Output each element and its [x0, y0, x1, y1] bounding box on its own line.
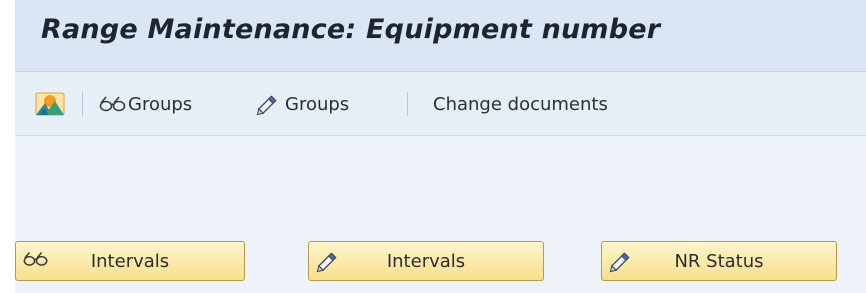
- change-groups-label: Groups: [285, 93, 350, 115]
- page-title: Range Maintenance: Equipment number: [41, 14, 661, 45]
- display-groups-label: Groups: [128, 93, 193, 115]
- pencil-icon: [255, 92, 281, 116]
- title-bar: Range Maintenance: Equipment number: [15, 0, 866, 72]
- change-intervals-label: Intervals: [386, 251, 466, 272]
- nr-status-label: NR Status: [674, 251, 764, 272]
- landscape-icon: [35, 91, 65, 117]
- glasses-icon: [98, 94, 128, 114]
- display-intervals-label: Intervals: [90, 251, 170, 272]
- change-groups-button[interactable]: Groups: [255, 89, 349, 119]
- nr-status-button[interactable]: NR Status: [601, 241, 837, 281]
- toolbar-separator: [407, 92, 408, 116]
- change-intervals-button[interactable]: Intervals: [308, 241, 544, 281]
- display-change-button[interactable]: [35, 89, 65, 119]
- change-documents-button[interactable]: Change documents: [433, 89, 608, 119]
- toolbar-separator: [82, 92, 83, 116]
- display-intervals-button[interactable]: Intervals: [15, 241, 245, 281]
- sap-screen: Range Maintenance: Equipment number Grou…: [0, 0, 866, 293]
- application-toolbar: Groups Groups Change documents: [15, 72, 866, 136]
- change-documents-label: Change documents: [433, 93, 608, 115]
- display-groups-button[interactable]: Groups: [98, 89, 192, 119]
